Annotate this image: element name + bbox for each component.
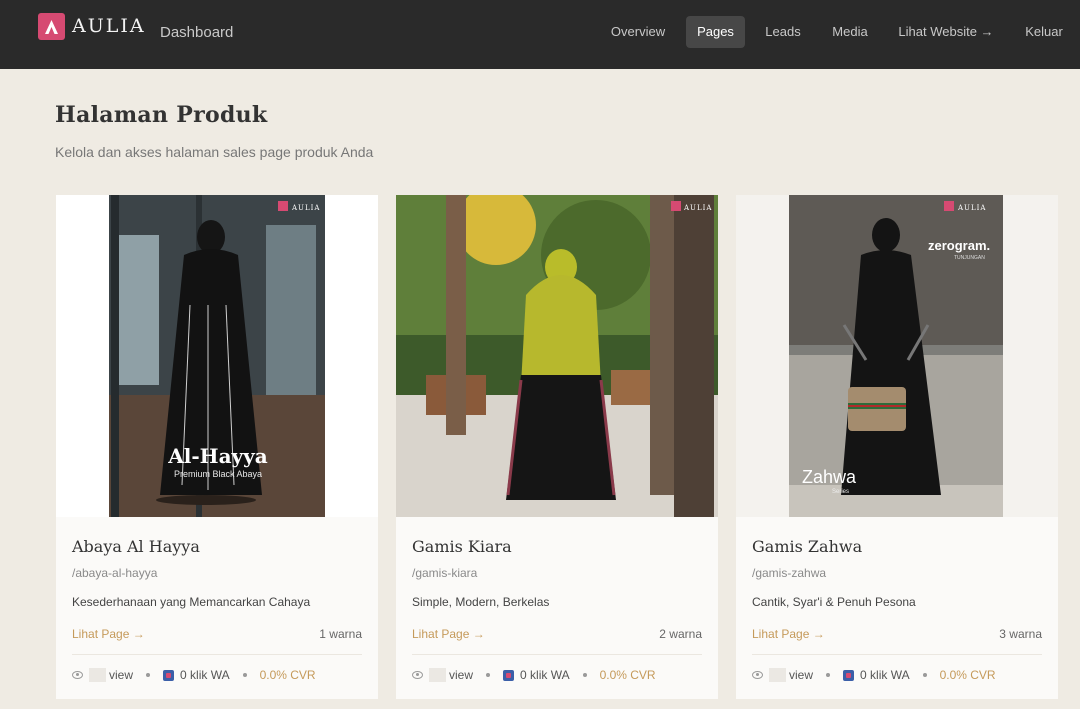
product-tagline: Kesederhanaan yang Memancarkan Cahaya: [72, 595, 311, 609]
nav-view-website[interactable]: Lihat Website →: [890, 16, 1002, 48]
image-caption: Series: [832, 489, 849, 495]
separator-dot: [242, 673, 247, 677]
product-slug: /gamis-zahwa: [752, 566, 827, 580]
image-sign: zerogram.: [928, 238, 990, 253]
product-name: Abaya Al Hayya: [72, 537, 200, 556]
views-label: view: [109, 668, 134, 682]
whatsapp-icon: [503, 669, 515, 681]
product-tagline: Cantik, Syar'i & Penuh Pesona: [752, 595, 916, 609]
eye-icon: [752, 671, 763, 679]
wa-clicks: 0 klik WA: [520, 668, 570, 682]
image-sign-sub: TUNJUNGAN: [954, 255, 985, 261]
product-slug: /gamis-kiara: [412, 566, 478, 580]
main-nav: Overview Pages Leads Media Lihat Website…: [0, 16, 1080, 48]
product-name: Gamis Kiara: [412, 537, 512, 556]
image-caption: Premium Black Abaya: [174, 469, 262, 479]
cvr-value: 0.0% CVR: [939, 668, 996, 682]
page-title: Halaman Produk: [55, 102, 268, 128]
product-image[interactable]: AULIA Al-Hayya Premium Black Abaya: [56, 195, 378, 517]
product-stats: view 0 klik WA 0.0% CVR: [72, 667, 316, 683]
wa-clicks: 0 klik WA: [860, 668, 910, 682]
view-count-placeholder: [89, 668, 106, 682]
nav-logout[interactable]: Keluar: [1016, 16, 1072, 48]
product-stats: view 0 klik WA 0.0% CVR: [752, 667, 996, 683]
eye-icon: [412, 671, 423, 679]
image-brand: AULIA: [683, 204, 712, 212]
image-title: Zahwa: [802, 467, 857, 487]
separator-dot: [486, 673, 491, 677]
nav-leads[interactable]: Leads: [756, 16, 810, 48]
color-count: 3 warna: [999, 627, 1042, 641]
product-image[interactable]: AULIA: [396, 195, 718, 517]
view-count-placeholder: [429, 668, 446, 682]
view-page-link[interactable]: Lihat Page →: [412, 627, 485, 641]
cvr-value: 0.0% CVR: [599, 668, 656, 682]
cvr-value: 0.0% CVR: [259, 668, 316, 682]
product-stats: view 0 klik WA 0.0% CVR: [412, 667, 656, 683]
eye-icon: [72, 671, 83, 679]
color-count: 1 warna: [319, 627, 362, 641]
image-brand: AULIA: [291, 204, 320, 212]
product-card[interactable]: AULIA zerogram. TUNJUNGAN Zahwa Series G…: [736, 195, 1058, 699]
view-page-link[interactable]: Lihat Page →: [72, 627, 145, 641]
image-brand: AULIA: [957, 204, 986, 212]
separator-dot: [922, 673, 927, 677]
product-tagline: Simple, Modern, Berkelas: [412, 595, 550, 609]
color-count: 2 warna: [659, 627, 702, 641]
divider: [412, 654, 702, 655]
separator-dot: [582, 673, 587, 677]
views-label: view: [449, 668, 474, 682]
product-name: Gamis Zahwa: [752, 537, 863, 556]
separator-dot: [826, 673, 831, 677]
view-page-link[interactable]: Lihat Page →: [752, 627, 825, 641]
separator-dot: [146, 673, 151, 677]
image-title: Al-Hayya: [167, 444, 268, 468]
divider: [752, 654, 1042, 655]
whatsapp-icon: [843, 669, 855, 681]
product-card[interactable]: AULIA Al-Hayya Premium Black Abaya Abaya…: [56, 195, 378, 699]
nav-pages[interactable]: Pages: [686, 16, 745, 48]
wa-clicks: 0 klik WA: [180, 668, 230, 682]
top-navbar: AULIA Dashboard Overview Pages Leads Med…: [0, 0, 1080, 69]
product-image[interactable]: AULIA zerogram. TUNJUNGAN Zahwa Series: [736, 195, 1058, 517]
product-card[interactable]: AULIA Gamis Kiara /gamis-kiara Simple, M…: [396, 195, 718, 699]
whatsapp-icon: [163, 669, 175, 681]
page-subtitle: Kelola dan akses halaman sales page prod…: [55, 144, 374, 160]
views-label: view: [789, 668, 814, 682]
nav-overview[interactable]: Overview: [602, 16, 674, 48]
divider: [72, 654, 362, 655]
product-slug: /abaya-al-hayya: [72, 566, 158, 580]
view-count-placeholder: [769, 668, 786, 682]
nav-media[interactable]: Media: [822, 16, 878, 48]
